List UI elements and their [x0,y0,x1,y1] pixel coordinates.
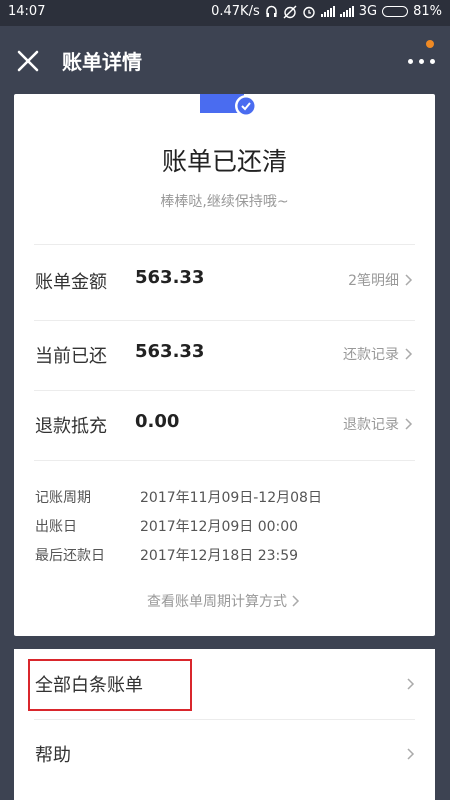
status-subtitle: 棒棒哒,继续保持哦~ [160,194,289,210]
bill-check-icon [200,94,257,117]
row-label: 退款抵充 [35,416,107,437]
divider [34,460,415,461]
status-bar: 14:07 0.47K/s 3G 81% [0,0,450,26]
signal-icon [339,6,354,17]
signal-icon [320,6,335,17]
headphones-icon [265,5,277,17]
notification-dot [426,40,434,48]
chevron-right-icon [405,348,413,360]
bill-card: 账单已还清 棒棒哒,继续保持哦~ 账单金额 563.33 2笔明细 当前已还 5… [14,94,435,636]
close-button[interactable] [15,48,41,74]
billing-cycle-value: 2017年11月09日-12月08日 [140,490,322,506]
row-amount: 0.00 [135,411,180,432]
cycle-calculation-label: 查看账单周期计算方式 [147,594,287,610]
page-title: 账单详情 [62,50,142,74]
billing-cycle-label: 记账周期 [35,490,91,506]
menu-item-label: 帮助 [35,745,71,766]
row-amount: 563.33 [135,267,205,288]
status-icons: 0.47K/s 3G 81% [211,4,442,19]
highlight-box [28,659,192,711]
network-type: 3G [358,4,378,19]
cycle-calculation-link[interactable]: 查看账单周期计算方式 [14,591,435,611]
more-button[interactable] [406,40,438,70]
repayment-record-label: 还款记录 [343,347,399,363]
row-amount: 563.33 [135,341,205,362]
refund-row: 退款抵充 0.00 退款记录 [14,390,435,459]
menu-card: 全部白条账单 帮助 [14,649,435,800]
alarm-icon [303,6,315,18]
chevron-right-icon [407,748,415,760]
bill-amount-row: 账单金额 563.33 2笔明细 [14,246,435,315]
due-date-label: 最后还款日 [35,548,105,564]
battery-percent: 81% [413,4,442,19]
refund-record-label: 退款记录 [343,417,399,433]
statement-date-label: 出账日 [35,519,77,535]
statement-date-value: 2017年12月09日 00:00 [140,519,299,535]
battery-icon [382,6,409,17]
alarm-off-icon [283,5,297,18]
top-bar: 账单详情 [0,26,450,94]
row-label: 当前已还 [35,346,107,367]
paid-row: 当前已还 563.33 还款记录 [14,320,435,389]
status-time: 14:07 [8,4,46,19]
refund-record-link[interactable]: 退款记录 [343,414,415,434]
details-link[interactable]: 2笔明细 [348,270,415,290]
chevron-right-icon [292,595,300,607]
due-date-value: 2017年12月18日 23:59 [140,548,299,564]
chevron-right-icon [405,274,413,286]
close-icon [17,50,39,72]
help-item[interactable]: 帮助 [14,719,435,789]
all-bills-item[interactable]: 全部白条账单 [14,649,435,719]
divider [34,244,415,245]
network-speed: 0.47K/s [211,4,260,19]
status-title: 账单已还清 [161,147,287,176]
row-label: 账单金额 [35,272,107,293]
repayment-record-link[interactable]: 还款记录 [343,344,415,364]
chevron-right-icon [405,418,413,430]
details-link-label: 2笔明细 [348,273,399,289]
chevron-right-icon [407,678,415,690]
